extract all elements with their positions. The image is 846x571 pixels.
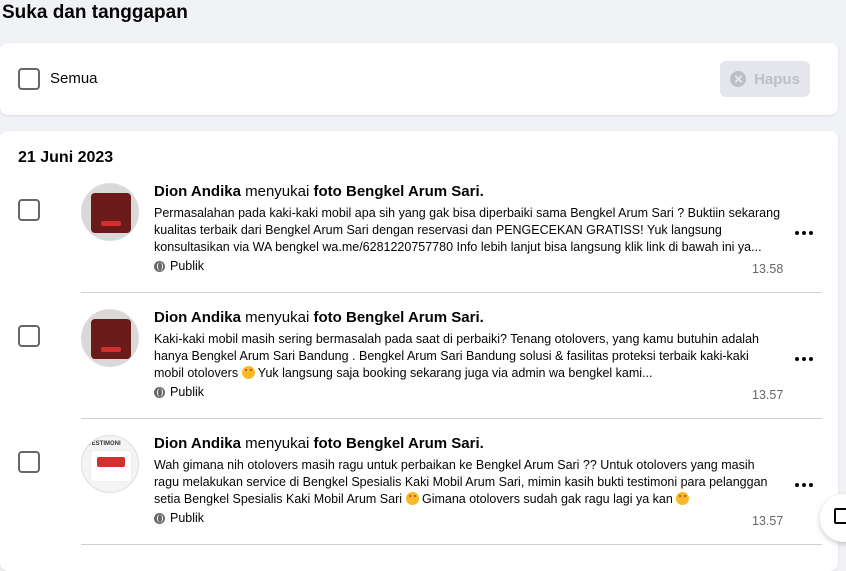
activity-headline: Dion Andika menyukai foto Bengkel Arum S… [154, 309, 484, 326]
item-checkbox[interactable] [18, 451, 40, 473]
activity-object-link[interactable]: foto Bengkel Arum Sari. [314, 435, 484, 452]
activity-verb: menyukai [245, 309, 310, 326]
post-snippet: Permasalahan pada kaki-kaki mobil apa si… [154, 206, 781, 254]
more-options-icon[interactable] [795, 483, 813, 489]
actor-name[interactable]: Dion Andika [154, 183, 241, 200]
select-all-checkbox[interactable] [18, 68, 40, 90]
globe-icon [154, 512, 165, 524]
selection-toolbar: Semua Hapus [0, 43, 838, 115]
heart-eyes-emoji-icon [241, 366, 255, 379]
post-thumbnail[interactable] [81, 183, 139, 241]
post-snippet: Wah gimana nih otolovers masih ragu untu… [154, 458, 768, 506]
thumbnail-badge: TESTIMONI [88, 441, 121, 447]
timestamp: 13.57 [752, 514, 784, 528]
list-item: Dion Andika menyukai foto Bengkel Arum S… [0, 131, 838, 276]
divider [81, 544, 822, 545]
activity-verb: menyukai [245, 435, 310, 452]
activity-object-link[interactable]: foto Bengkel Arum Sari. [314, 183, 484, 200]
item-checkbox[interactable] [18, 199, 40, 221]
activity-headline: Dion Andika menyukai foto Bengkel Arum S… [154, 183, 484, 200]
post-thumbnail[interactable]: TESTIMONI [81, 435, 139, 493]
audience: Publik [154, 511, 204, 525]
activity-object-link[interactable]: foto Bengkel Arum Sari. [314, 309, 484, 326]
activity-headline: Dion Andika menyukai foto Bengkel Arum S… [154, 435, 484, 452]
post-snippet: Kaki-kaki mobil masih sering bermasalah … [154, 332, 759, 380]
audience-label: Publik [170, 511, 205, 525]
list-item: TESTIMONI Dion Andika menyukai foto Beng… [0, 383, 838, 528]
list-item: Dion Andika menyukai foto Bengkel Arum S… [0, 257, 838, 402]
post-thumbnail[interactable] [81, 309, 139, 367]
item-checkbox[interactable] [18, 325, 40, 347]
heart-eyes-emoji-icon [405, 492, 419, 505]
more-options-icon[interactable] [795, 231, 813, 237]
delete-button[interactable]: Hapus [720, 61, 810, 97]
select-all-label: Semua [50, 70, 98, 87]
heart-eyes-emoji-icon [676, 492, 690, 505]
actor-name[interactable]: Dion Andika [154, 309, 241, 326]
delete-button-label: Hapus [754, 70, 800, 88]
close-circle-icon [730, 71, 747, 87]
activity-verb: menyukai [245, 183, 310, 200]
activity-list: 21 Juni 2023 Dion Andika menyukai foto B… [0, 131, 838, 571]
compose-icon [834, 508, 846, 524]
actor-name[interactable]: Dion Andika [154, 435, 241, 452]
page-title: Suka dan tanggapan [2, 2, 188, 23]
more-options-icon[interactable] [795, 357, 813, 363]
